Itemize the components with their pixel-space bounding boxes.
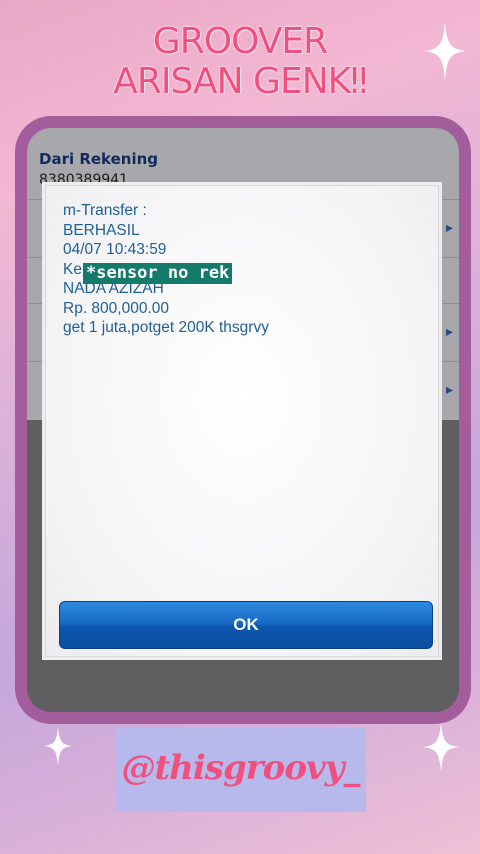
instagram-handle: @thisgroovy_: [121, 748, 360, 788]
sparkle-icon: [44, 726, 72, 766]
story-title: GROOVER ARISAN GENK‼: [0, 22, 480, 102]
transfer-result-dialog: m-Transfer : BERHASIL 04/07 10:43:59 Ke …: [42, 182, 442, 660]
title-line-2: ARISAN GENK‼: [113, 61, 367, 102]
chevron-right-icon: ▸: [445, 324, 453, 340]
censor-label: *sensor no rek: [83, 263, 233, 284]
message-line: get 1 juta,potget 200K thsgrvy: [63, 319, 269, 336]
from-account-label: Dari Rekening: [39, 150, 159, 168]
ok-button[interactable]: OK: [59, 601, 433, 649]
sparkle-icon: [422, 722, 460, 772]
message-line: 04/07 10:43:59: [63, 241, 167, 258]
sparkle-icon: [424, 22, 466, 80]
message-line: BERHASIL: [63, 221, 140, 239]
handle-sticker: @thisgroovy_: [115, 728, 366, 812]
chevron-right-icon: ▸: [445, 382, 453, 398]
title-line-1: GROOVER: [152, 21, 328, 62]
message-line: m-Transfer :: [63, 202, 147, 219]
chevron-right-icon: ▸: [445, 220, 453, 236]
message-line: Rp. 800,000.00: [63, 299, 170, 317]
